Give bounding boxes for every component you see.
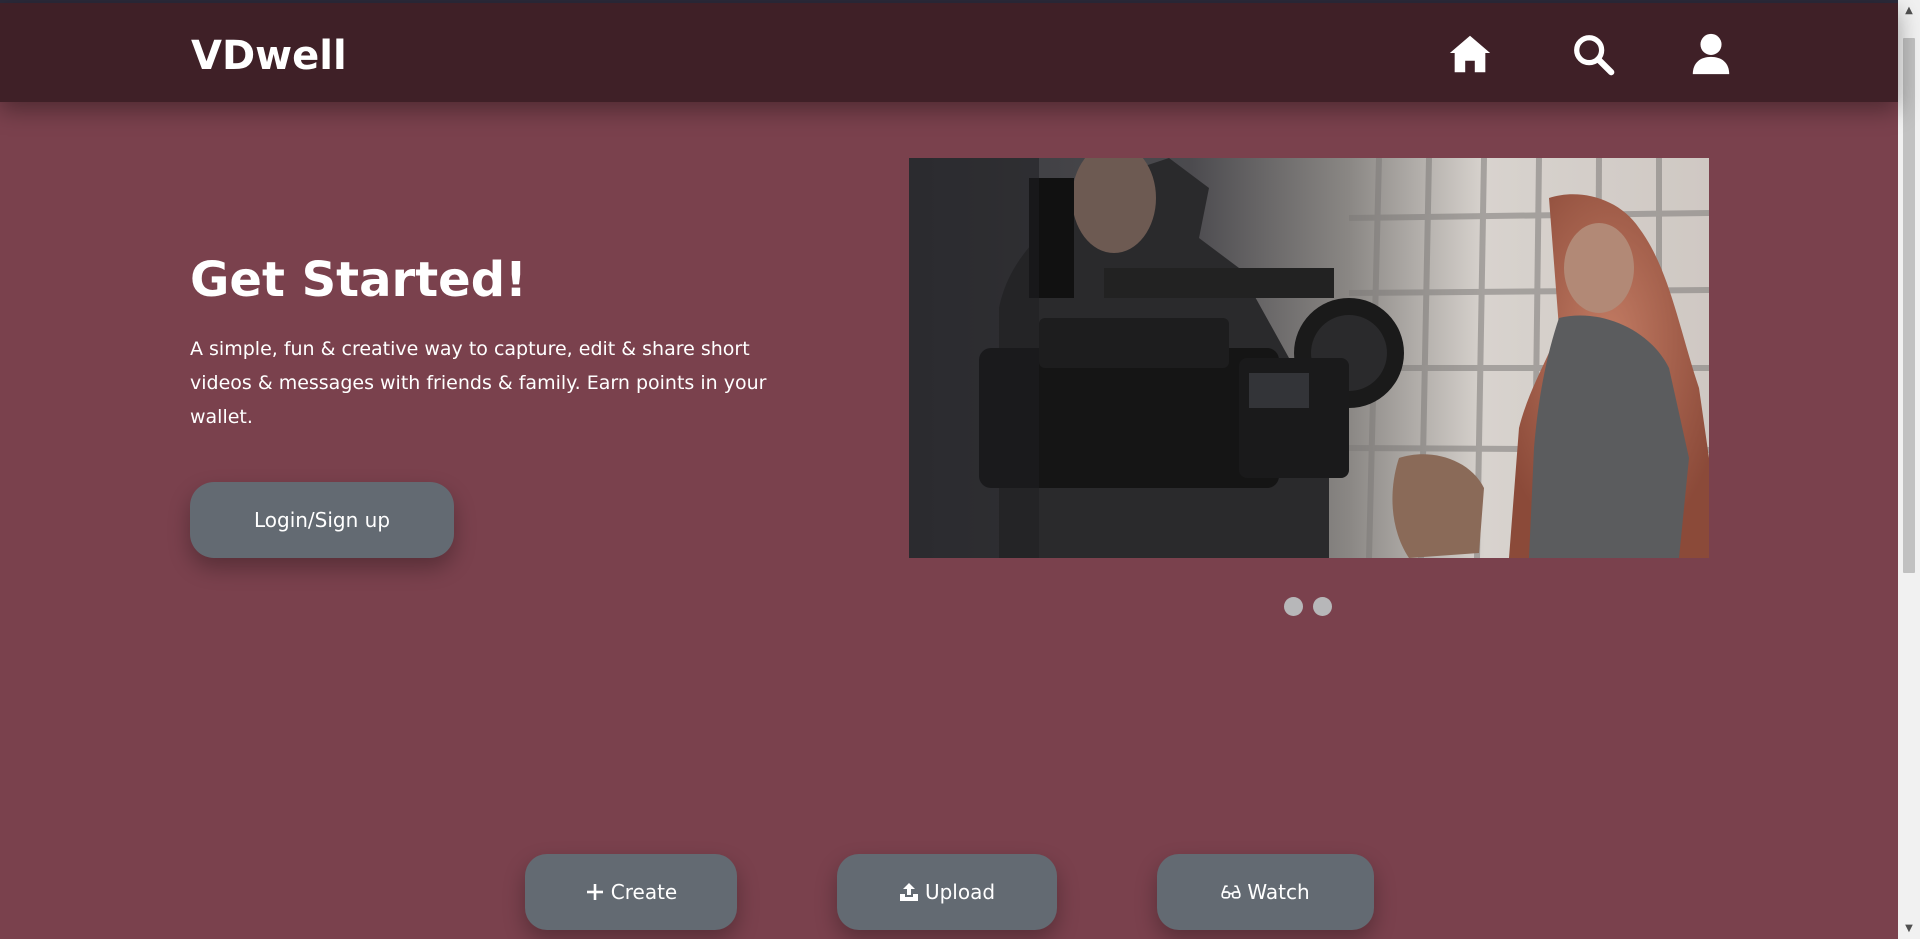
home-icon[interactable] (1446, 30, 1494, 78)
upload-label: Upload (924, 880, 996, 904)
user-icon[interactable] (1687, 30, 1735, 78)
scroll-up-arrow-icon[interactable]: ▲ (1898, 2, 1920, 19)
watch-button[interactable]: Watch (1157, 854, 1374, 930)
vertical-scrollbar[interactable]: ▲ ▼ (1898, 0, 1920, 939)
create-label: Create (610, 880, 678, 904)
create-button[interactable]: Create (525, 854, 737, 930)
brand-logo[interactable]: VDwell (191, 31, 347, 81)
hero-title: Get Started! (190, 252, 527, 308)
navbar: VDwell (0, 3, 1898, 102)
carousel-dot-2[interactable] (1313, 597, 1332, 616)
watch-label: Watch (1247, 880, 1310, 904)
search-icon[interactable] (1569, 30, 1617, 78)
scroll-down-arrow-icon[interactable]: ▼ (1898, 920, 1920, 937)
upload-icon (899, 883, 918, 901)
glasses-icon (1221, 885, 1241, 899)
carousel-image (909, 158, 1709, 558)
plus-icon (586, 884, 603, 900)
carousel-dot-1[interactable] (1284, 597, 1303, 616)
upload-button[interactable]: Upload (837, 854, 1057, 930)
carousel-indicators (1284, 597, 1332, 617)
hero-description: A simple, fun & creative way to capture,… (190, 338, 767, 428)
scrollbar-thumb[interactable] (1903, 38, 1915, 573)
login-signup-button[interactable]: Login/Sign up (190, 482, 454, 558)
